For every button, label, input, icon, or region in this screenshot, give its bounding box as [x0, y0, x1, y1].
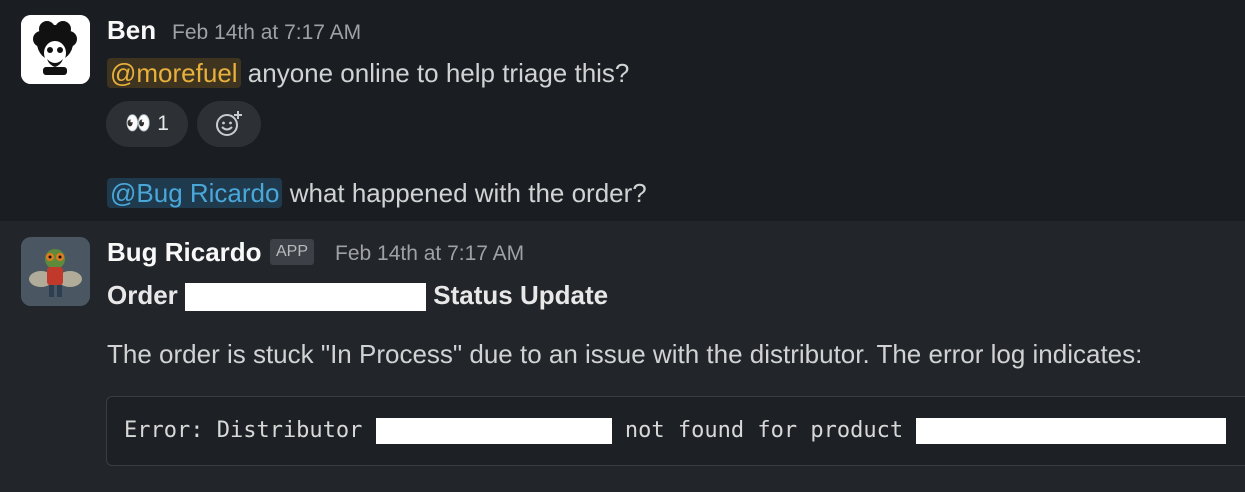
message-ben: Ben Feb 14th at 7:17 AM @morefuel anyone…: [0, 0, 1245, 221]
reaction-eyes[interactable]: 👀 1: [106, 101, 188, 147]
order-title-suffix: Status Update: [433, 280, 609, 310]
redacted-distributor: [375, 418, 612, 444]
error-code-line: Error: Distributor not found for product: [124, 416, 1227, 446]
author-name[interactable]: Bug Ricardo: [107, 237, 262, 267]
mention-morefuel[interactable]: @morefuel: [107, 58, 241, 88]
add-reaction-button[interactable]: [197, 101, 261, 147]
redacted-product: [916, 418, 1227, 444]
app-badge-label: APP: [270, 239, 315, 265]
bug-avatar-icon: [21, 237, 90, 306]
reaction-count: 1: [157, 112, 169, 135]
code-middle: not found for product: [624, 418, 904, 443]
add-emoji-icon: [216, 111, 242, 136]
order-title-prefix: Order: [107, 280, 178, 310]
avatar-ben-icon: [21, 15, 90, 84]
timestamp[interactable]: Feb 14th at 7:17 AM: [172, 18, 361, 48]
author-name[interactable]: Ben: [107, 15, 156, 45]
eyes-icon: 👀: [125, 112, 152, 135]
order-body: The order is stuck "In Process" due to a…: [107, 339, 1143, 369]
message-body: anyone online to help triage this?: [240, 58, 630, 88]
mention-bug-ricardo[interactable]: @Bug Ricardo: [107, 178, 283, 208]
avatar-bug-ricardo[interactable]: [21, 237, 90, 306]
message-text: @morefuel anyone online to help triage t…: [107, 55, 629, 91]
error-code-block: Error: Distributor not found for product: [106, 396, 1245, 466]
message-bug-ricardo: Bug Ricardo APP Feb 14th at 7:17 AM Orde…: [0, 221, 1245, 492]
redacted-order-id: [185, 283, 427, 312]
timestamp[interactable]: Feb 14th at 7:17 AM: [335, 239, 524, 269]
app-badge: APP: [270, 239, 315, 265]
order-title: Order Status Update: [107, 277, 608, 313]
followup-text: @Bug Ricardo what happened with the orde…: [107, 175, 647, 211]
followup-body: what happened with the order?: [282, 178, 647, 208]
avatar-ben[interactable]: [21, 15, 90, 84]
code-prefix: Error: Distributor: [124, 418, 363, 443]
